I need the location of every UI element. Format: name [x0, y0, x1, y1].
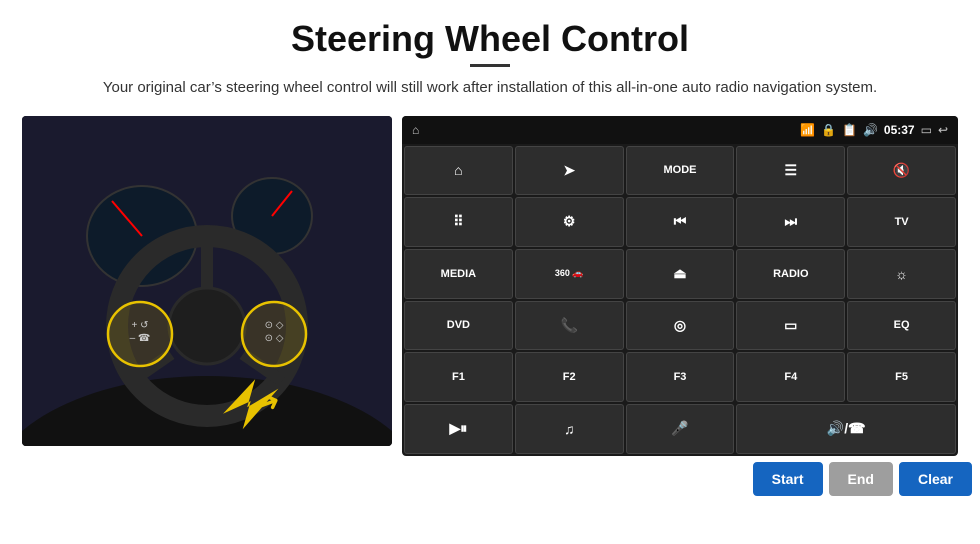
btn-cam360[interactable]: 360 🚗	[515, 249, 624, 299]
svg-text:– ☎: – ☎	[130, 333, 151, 344]
btn-volphone[interactable]: 🔊/☎	[736, 404, 956, 454]
btn-settings[interactable]: ⚙	[515, 197, 624, 247]
btn-next[interactable]: ⏭	[736, 197, 845, 247]
wifi-icon: 📶	[800, 123, 815, 137]
btn-home[interactable]: ⌂	[404, 146, 513, 196]
btn-screen[interactable]: ▭	[736, 301, 845, 351]
status-bar-right: 📶 🔒 📋 🔊 05:37 ▭ ↩	[800, 123, 948, 137]
btn-f2[interactable]: F2	[515, 352, 624, 402]
btn-f5[interactable]: F5	[847, 352, 956, 402]
screen-icon: ▭	[921, 123, 932, 137]
bluetooth-icon: 🔊	[863, 123, 878, 137]
btn-phone[interactable]: 📞	[515, 301, 624, 351]
btn-eject[interactable]: ⏏	[626, 249, 735, 299]
title-underline	[470, 64, 510, 67]
content-area: + ↺ – ☎ ⊙ ◇ ⊙ ◇ ➜ ⌂ 📶 🔒 📋 🔊 05:37	[0, 116, 980, 456]
btn-mic[interactable]: 🎤	[626, 404, 735, 454]
subtitle: Your original car’s steering wheel contr…	[0, 77, 980, 100]
btn-prev[interactable]: ⏮	[626, 197, 735, 247]
car-image: + ↺ – ☎ ⊙ ◇ ⊙ ◇ ➜	[22, 116, 392, 446]
back-icon: ↩	[938, 123, 948, 137]
sim-icon: 📋	[842, 123, 857, 137]
btn-mute[interactable]: 🔇	[847, 146, 956, 196]
time-display: 05:37	[884, 123, 915, 137]
home-nav-icon: ⌂	[412, 123, 419, 137]
svg-text:⊙ ◇: ⊙ ◇	[265, 333, 284, 344]
start-button[interactable]: Start	[753, 462, 823, 496]
btn-media[interactable]: MEDIA	[404, 249, 513, 299]
btn-brightness[interactable]: ☼	[847, 249, 956, 299]
page-title: Steering Wheel Control	[0, 0, 980, 64]
btn-navi[interactable]: ◎	[626, 301, 735, 351]
end-button[interactable]: End	[829, 462, 893, 496]
btn-music[interactable]: ♫	[515, 404, 624, 454]
btn-mode[interactable]: MODE	[626, 146, 735, 196]
btn-radio[interactable]: RADIO	[736, 249, 845, 299]
btn-f4[interactable]: F4	[736, 352, 845, 402]
bottom-controls: Start End Clear	[0, 456, 980, 502]
btn-eq[interactable]: EQ	[847, 301, 956, 351]
btn-navigate[interactable]: ➤	[515, 146, 624, 196]
svg-text:+ ↺: + ↺	[132, 320, 149, 331]
btn-dvd[interactable]: DVD	[404, 301, 513, 351]
lock-icon: 🔒	[821, 123, 836, 137]
head-unit: ⌂ 📶 🔒 📋 🔊 05:37 ▭ ↩ ⌂ ➤ MODE ☰ 🔇 ⠿	[402, 116, 958, 456]
btn-tv[interactable]: TV	[847, 197, 956, 247]
btn-f3[interactable]: F3	[626, 352, 735, 402]
btn-playpause[interactable]: ▶⏸	[404, 404, 513, 454]
svg-text:⊙ ◇: ⊙ ◇	[265, 320, 284, 331]
clear-button[interactable]: Clear	[899, 462, 972, 496]
btn-apps[interactable]: ⠿	[404, 197, 513, 247]
button-grid: ⌂ ➤ MODE ☰ 🔇 ⠿ ⚙ ⏮ ⏭ TV MEDIA 360 🚗 ⏏ RA…	[402, 144, 958, 456]
btn-list[interactable]: ☰	[736, 146, 845, 196]
status-bar: ⌂ 📶 🔒 📋 🔊 05:37 ▭ ↩	[402, 116, 958, 144]
btn-f1[interactable]: F1	[404, 352, 513, 402]
status-bar-left: ⌂	[412, 123, 419, 137]
